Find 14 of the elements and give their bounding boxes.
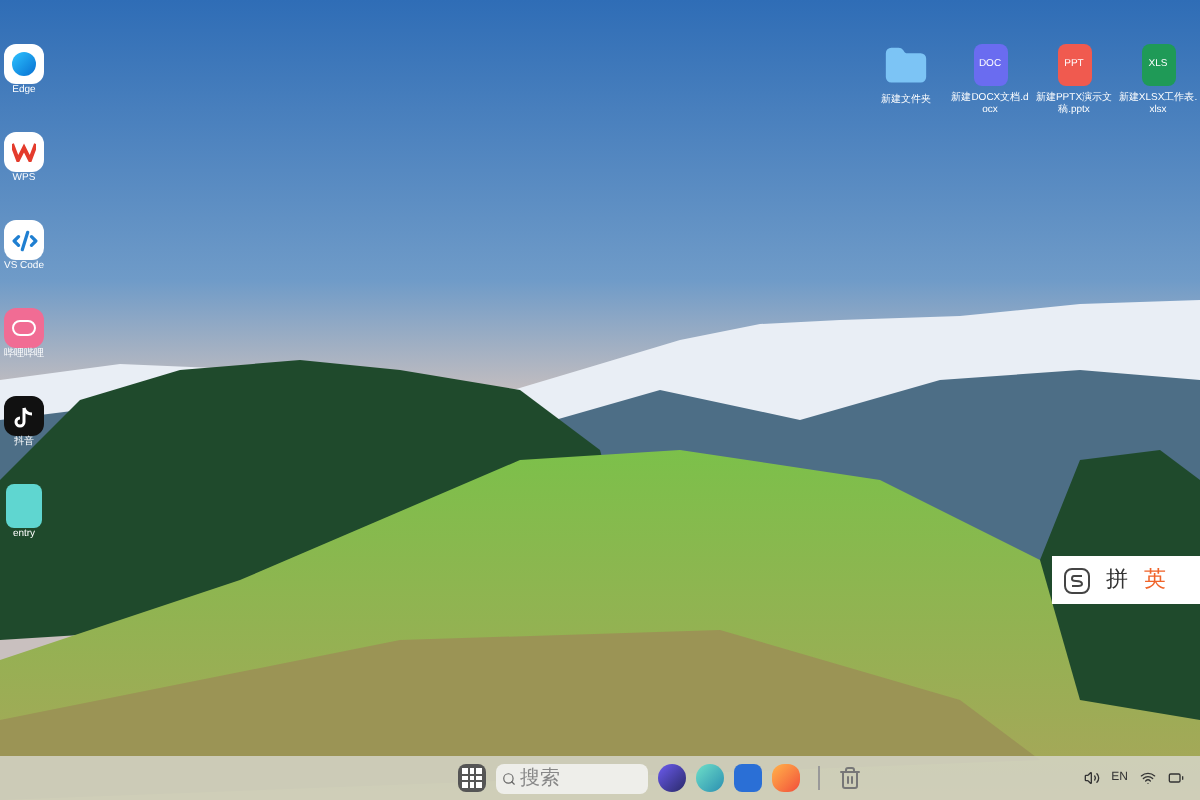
search-field[interactable]: 搜索 [496, 763, 648, 793]
battery-icon[interactable] [1168, 770, 1184, 786]
app-grid-icon[interactable] [458, 764, 486, 792]
input-mode[interactable]: 拼 [1106, 569, 1128, 591]
note-icon [4, 396, 44, 436]
speaker-icon[interactable] [1083, 770, 1100, 786]
search-icon [502, 771, 516, 785]
trash-icon[interactable] [838, 766, 862, 790]
input-mode[interactable]: 英 [1144, 569, 1166, 591]
wps-icon [4, 132, 44, 172]
wifi-icon[interactable] [1140, 770, 1156, 786]
file-icon [6, 484, 42, 528]
code-icon [4, 220, 44, 260]
folder-icon [884, 44, 928, 88]
